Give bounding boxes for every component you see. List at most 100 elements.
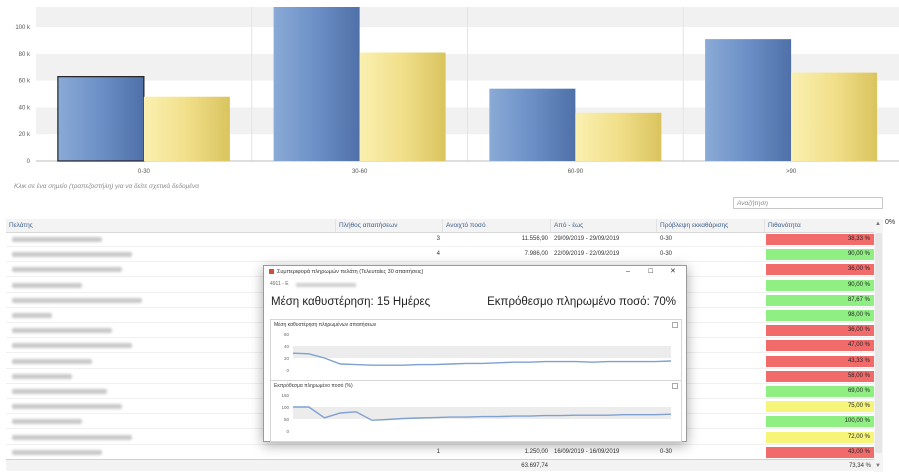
y-tick-label: 0: [286, 368, 289, 373]
cell-range: 29/09/2019 - 29/09/2019: [554, 236, 620, 242]
delay-line-chart: 0 20 40 60: [284, 332, 672, 373]
bar-60-90-series-2[interactable]: [575, 112, 662, 161]
cell-probability: 75,00 %: [766, 401, 874, 413]
app-icon: [269, 269, 274, 274]
cell-range: 16/09/2019 - 16/09/2019: [554, 448, 620, 455]
scroll-up-icon[interactable]: ▲: [875, 221, 881, 227]
cell-count: 3: [436, 236, 440, 242]
maximize-button[interactable]: ☐: [648, 266, 653, 278]
customer-name-redacted: [12, 313, 52, 318]
customer-name-redacted: [12, 282, 82, 288]
late-percent-chart-title: Εκπρόθεσμα πληρωμένο ποσό (%): [274, 383, 353, 389]
cell-forecast: 0-30: [660, 448, 673, 455]
column-header-probability[interactable]: Πιθανότητα: [765, 219, 875, 232]
cell-probability: 43,00 %: [766, 446, 874, 458]
cell-probability: 98,00 %: [766, 310, 874, 321]
customer-name-redacted: [12, 434, 132, 440]
customer-name-redacted: [296, 283, 356, 287]
dialog-customer-code: 4911 - Ε: [270, 281, 289, 287]
column-header-count[interactable]: Πλήθος απαιτήσεων: [336, 219, 443, 232]
customer-name-redacted: [12, 297, 142, 303]
bar-30-60-series-2[interactable]: [359, 52, 446, 161]
footer-total-amount: 63.697,74: [521, 463, 548, 469]
y-tick-label: 80 k: [19, 52, 31, 58]
customer-name-redacted: [12, 358, 92, 364]
bar-30-60-series-1[interactable]: [273, 7, 360, 161]
customer-name-redacted: [12, 267, 122, 273]
y-tick-label: 100 k: [15, 25, 31, 31]
cell-probability: 87,67 %: [766, 294, 874, 306]
cell-count: 4: [436, 251, 440, 258]
scroll-percent: 0%: [885, 219, 896, 226]
grid-footer: 63.697,74 73,34 %: [6, 459, 875, 471]
panel-expand-icon[interactable]: [672, 322, 678, 328]
customer-name-redacted: [12, 449, 102, 455]
grid-header: Πελάτης Πλήθος απαιτήσεων Ανοιχτό ποσό Α…: [6, 219, 875, 233]
y-tick-label: 60: [284, 332, 290, 337]
cell-probability: 43,33 %: [766, 355, 874, 367]
column-header-forecast[interactable]: Πρόβλεψη εκκαθάρισης: [657, 219, 765, 232]
cell-probability: 47,00 %: [766, 340, 874, 352]
bar->90-series-2[interactable]: [791, 72, 878, 161]
vertical-scrollbar[interactable]: ▲ ▼: [874, 219, 883, 472]
bar->90-series-1[interactable]: [705, 39, 792, 161]
average-delay: Μέση καθυστέρηση: 15 Ημέρες: [271, 296, 431, 308]
scroll-down-icon[interactable]: ▼: [875, 463, 881, 469]
y-tick-label: 20: [284, 356, 290, 361]
late-paid-amount: Εκπρόθεσμο πληρωμένο ποσό: 70%: [487, 296, 676, 308]
scroll-thumb[interactable]: [875, 233, 882, 453]
cell-amount: 11.556,90: [521, 236, 548, 242]
customer-name-redacted: [12, 404, 122, 410]
payment-behaviour-dialog: Συμπεριφορά πληρωμών πελάτη (Τελευταίες …: [263, 265, 687, 442]
y-tick-label: 40 k: [19, 105, 31, 111]
chart-hint: Κλικ σε ένα σημείο (τραπεζοστήλη) για να…: [14, 183, 199, 190]
column-header-customer[interactable]: Πελάτης: [6, 219, 336, 232]
cell-forecast: 0-30: [660, 251, 673, 258]
search-input[interactable]: Αναζήτηση: [733, 197, 883, 209]
y-tick-label: 60 k: [19, 79, 31, 85]
cell-count: 1: [436, 448, 440, 455]
dialog-title: Συμπεριφορά πληρωμών πελάτη (Τελευταίες …: [277, 269, 424, 275]
cell-probability: 69,00 %: [766, 386, 874, 397]
table-row[interactable]: 4 7.986,00 22/09/2019 - 22/09/2019 0-30 90,0…: [6, 248, 875, 263]
customer-name-redacted: [12, 252, 132, 258]
cell-amount: 7.986,00: [524, 251, 548, 258]
cell-probability: 58,00 %: [766, 370, 874, 382]
bar-60-90-series-1[interactable]: [489, 88, 576, 161]
x-category-label: 30-60: [352, 169, 368, 175]
cell-probability: 90,00 %: [766, 279, 874, 291]
panel-expand-icon[interactable]: [672, 383, 678, 389]
cell-forecast: 0-30: [660, 236, 673, 242]
table-row[interactable]: 1 1.250,00 16/09/2019 - 16/09/2019 0-30 43,0…: [6, 446, 875, 460]
late-percent-chart-panel: Εκπρόθεσμα πληρωμένο ποσό (%) 0 50 100 150: [270, 380, 682, 442]
column-header-amount[interactable]: Ανοιχτό ποσό: [443, 219, 551, 232]
bar-chart[interactable]: 0 20 k 40 k 60 k 80 k 100 k 0-30 30-60 60-90 >90: [0, 0, 899, 195]
x-category-label: >90: [786, 169, 797, 175]
table-row[interactable]: 3 11.556,90 29/09/2019 - 29/09/2019 0-30 38,…: [6, 233, 875, 247]
customer-name-redacted: [12, 373, 72, 379]
cell-range: 22/09/2019 - 22/09/2019: [554, 251, 620, 258]
y-tick-label: 20 k: [19, 132, 31, 138]
minimize-button[interactable]: –: [626, 266, 630, 278]
y-tick-label: 40: [284, 344, 290, 349]
dialog-titlebar[interactable]: Συμπεριφορά πληρωμών πελάτη (Τελευταίες …: [264, 266, 686, 278]
customer-name-redacted: [12, 343, 132, 349]
close-button[interactable]: ✕: [670, 266, 676, 278]
customer-name-redacted: [12, 328, 112, 334]
bar-0-30-series-1[interactable]: [57, 76, 145, 162]
cell-probability: 36,00 %: [766, 264, 874, 276]
x-category-label: 0-30: [138, 169, 151, 175]
bar-0-30-series-2[interactable]: [143, 96, 230, 161]
cell-probability: 38,33 %: [766, 234, 874, 245]
column-header-range[interactable]: Από - έως: [551, 219, 657, 232]
late-percent-line-chart: 0 50 100 150: [281, 393, 672, 434]
cell-probability: 36,00 %: [766, 325, 874, 337]
y-tick-label: 100: [281, 405, 289, 410]
y-tick-label: 150: [281, 393, 289, 398]
delay-chart-panel: Μέση καθυστέρηση πληρωμένων απαιτήσεων 0…: [270, 319, 682, 381]
x-category-label: 60-90: [568, 169, 584, 175]
cell-probability: 90,00 %: [766, 249, 874, 261]
cell-amount: 1.250,00: [524, 448, 548, 455]
customer-name-redacted: [12, 389, 107, 394]
delay-chart-title: Μέση καθυστέρηση πληρωμένων απαιτήσεων: [274, 322, 377, 328]
